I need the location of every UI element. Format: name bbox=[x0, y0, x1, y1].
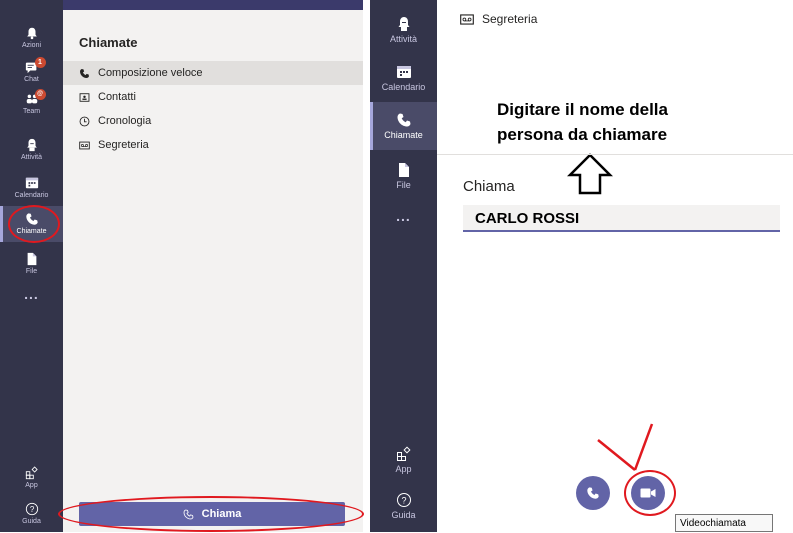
phone-icon bbox=[25, 213, 38, 225]
nav-item-label: Cronologia bbox=[98, 115, 152, 127]
call-name-input[interactable]: CARLO ROSSI bbox=[463, 205, 780, 232]
nav-item-history[interactable]: Cronologia bbox=[63, 109, 363, 133]
rail-label: App bbox=[25, 482, 38, 489]
rail-label: File bbox=[396, 180, 411, 190]
phone-icon bbox=[397, 113, 410, 127]
rail-label: Guida bbox=[22, 518, 41, 525]
rail-item-attivita[interactable]: Attività bbox=[0, 138, 63, 161]
apps-icon bbox=[25, 466, 38, 480]
help-icon: ? bbox=[25, 502, 38, 516]
voicemail-icon bbox=[79, 141, 90, 149]
rail-label: Team bbox=[22, 108, 41, 115]
rail-item-app[interactable]: App bbox=[370, 446, 437, 474]
rail-item-file[interactable]: File bbox=[370, 162, 437, 190]
app-rail-left: Azioni 1 Chat @ Team Attività Calendario… bbox=[0, 0, 63, 532]
calendar-icon bbox=[25, 177, 38, 189]
nav-item-speed-dial[interactable]: Composizione veloce bbox=[63, 61, 363, 85]
chat-badge: 1 bbox=[34, 57, 46, 68]
phone-icon bbox=[183, 509, 194, 519]
contact-card-icon bbox=[79, 92, 90, 102]
rail-item-chat[interactable]: 1 Chat bbox=[0, 57, 63, 83]
rail-item-team[interactable]: @ Team bbox=[0, 89, 63, 115]
more-icon: ... bbox=[396, 208, 411, 224]
activity-icon bbox=[26, 138, 37, 152]
red-arrow-annotation bbox=[597, 423, 654, 471]
file-icon bbox=[398, 163, 409, 177]
call-field-label: Chiama bbox=[463, 178, 515, 195]
team-badge: @ bbox=[34, 89, 46, 100]
rail-item-chiamate[interactable]: Chiamate bbox=[0, 206, 63, 242]
svg-text:?: ? bbox=[401, 496, 406, 506]
voicemail-label: Segreteria bbox=[482, 12, 538, 26]
annotation-line-2: persona da chiamare bbox=[497, 125, 668, 144]
rail-item-guida[interactable]: ? Guida bbox=[370, 492, 437, 520]
video-call-tooltip: Videochiamata bbox=[675, 514, 773, 532]
apps-icon bbox=[396, 446, 411, 461]
help-icon: ? bbox=[396, 493, 411, 507]
rail-item-guida[interactable]: ? Guida bbox=[0, 502, 63, 525]
rail-item-app[interactable]: App bbox=[0, 466, 63, 489]
rail-item-attivita[interactable]: Attività bbox=[370, 16, 437, 44]
rail-item-azioni[interactable]: Azioni bbox=[0, 26, 63, 49]
annotation-instruction: Digitare il nome della persona da chiama… bbox=[497, 97, 757, 147]
rail-label: Chiamate bbox=[16, 228, 47, 235]
calls-panel-title: Chiamate bbox=[79, 35, 138, 50]
call-button[interactable]: Chiama bbox=[79, 502, 345, 526]
bell-icon bbox=[26, 27, 37, 40]
screenshot-divider bbox=[363, 0, 370, 532]
nav-item-label: Composizione veloce bbox=[98, 67, 203, 79]
clock-icon bbox=[79, 116, 90, 126]
rail-label: Calendario bbox=[381, 82, 426, 92]
phone-icon bbox=[80, 68, 89, 78]
more-apps-button[interactable]: ... bbox=[370, 208, 437, 224]
video-camera-icon bbox=[640, 488, 656, 498]
rail-label: Attività bbox=[20, 154, 42, 161]
video-call-button[interactable] bbox=[631, 476, 665, 510]
voicemail-icon bbox=[460, 13, 474, 25]
nav-item-voicemail[interactable]: Segreteria bbox=[63, 133, 363, 157]
more-apps-button[interactable]: ... bbox=[0, 286, 63, 302]
file-icon bbox=[27, 252, 36, 266]
nav-item-label: Contatti bbox=[98, 91, 136, 103]
rail-item-calendario[interactable]: Calendario bbox=[370, 64, 437, 92]
voicemail-link[interactable]: Segreteria bbox=[460, 12, 537, 26]
rail-label: Azioni bbox=[21, 42, 42, 49]
rail-item-calendario[interactable]: Calendario bbox=[0, 176, 63, 199]
calendar-icon bbox=[396, 66, 411, 78]
arrow-up-icon bbox=[567, 153, 613, 195]
annotation-line-1: Digitare il nome della bbox=[497, 100, 668, 119]
rail-item-chiamate[interactable]: Chiamate bbox=[370, 102, 437, 150]
rail-label: App bbox=[395, 464, 412, 474]
nav-item-label: Segreteria bbox=[98, 139, 149, 151]
audio-call-button[interactable] bbox=[576, 476, 610, 510]
rail-item-file[interactable]: File bbox=[0, 252, 63, 275]
rail-label: File bbox=[25, 268, 38, 275]
rail-label: Chat bbox=[24, 76, 39, 83]
app-rail-right: Attività Calendario Chiamate File ... Ap… bbox=[370, 0, 437, 532]
nav-item-contacts[interactable]: Contatti bbox=[63, 85, 363, 109]
phone-icon bbox=[587, 487, 599, 499]
more-icon: ... bbox=[24, 286, 39, 302]
rail-label: Chiamate bbox=[384, 130, 423, 140]
top-bar-strip bbox=[63, 0, 363, 10]
call-button-label: Chiama bbox=[201, 508, 242, 520]
activity-icon bbox=[398, 17, 409, 31]
rail-label: Guida bbox=[391, 510, 416, 520]
rail-label: Calendario bbox=[14, 192, 49, 199]
rail-label: Attività bbox=[389, 34, 417, 44]
svg-text:?: ? bbox=[29, 505, 34, 514]
pane-separator bbox=[437, 154, 793, 155]
